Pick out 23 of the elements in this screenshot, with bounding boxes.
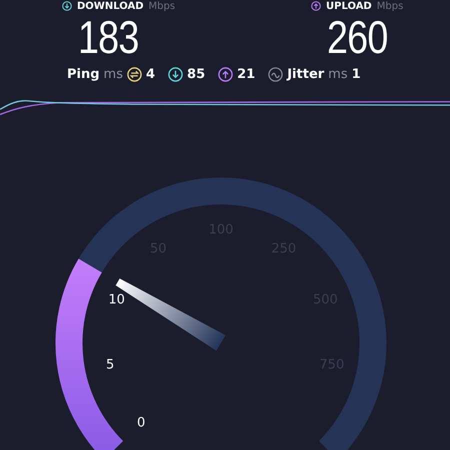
- download-ping-value: 85: [187, 67, 206, 82]
- download-label: DOWNLOAD: [77, 0, 144, 12]
- download-speed: 183: [78, 12, 140, 62]
- upload-label: UPLOAD: [326, 0, 372, 12]
- ping-unit: ms: [104, 67, 123, 82]
- jitter-unit: ms: [328, 67, 348, 82]
- gauge-tick-label: 10: [108, 292, 125, 308]
- gauge-tick-label: 5: [106, 358, 114, 373]
- idle-ping-icon: [126, 67, 142, 82]
- ping-label: Ping: [67, 67, 100, 82]
- download-ping-icon: [168, 67, 184, 82]
- jitter-icon: [268, 67, 284, 82]
- gauge-tick-label: 0: [136, 415, 146, 430]
- upload-speed: 260: [327, 12, 388, 62]
- download-icon: [62, 1, 72, 11]
- upload-ping-value: 21: [237, 67, 256, 82]
- download-unit: Mbps: [148, 0, 176, 12]
- jitter-label: Jitter: [287, 67, 324, 82]
- jitter-value: 1: [352, 67, 361, 82]
- upload-icon: [311, 1, 321, 11]
- upload-unit: Mbps: [376, 0, 404, 12]
- idle-ping-value: 4: [146, 67, 156, 82]
- upload-ping-icon: [218, 67, 234, 82]
